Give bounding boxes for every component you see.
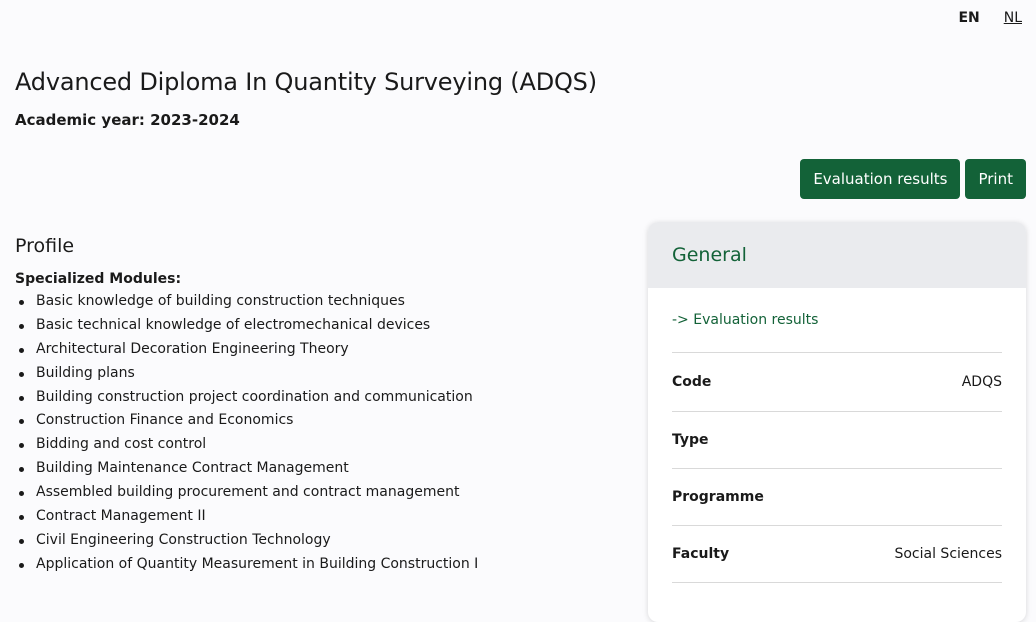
general-card-body: -> Evaluation results Code ADQS Type Pro… (648, 288, 1026, 583)
info-row-programme: Programme (672, 469, 1002, 526)
list-item: Bidding and cost control (18, 433, 478, 457)
info-row-faculty: Faculty Social Sciences (672, 526, 1002, 583)
action-buttons: Evaluation results Print (800, 159, 1026, 199)
modules-list: Basic knowledge of building construction… (0, 290, 478, 577)
list-item: Building construction project coordinati… (18, 386, 478, 410)
info-key: Programme (672, 489, 764, 505)
list-item: Building Maintenance Contract Management (18, 457, 478, 481)
info-key: Faculty (672, 546, 730, 562)
specialized-modules-label: Specialized Modules: (15, 271, 182, 287)
academic-year: Academic year: 2023-2024 (15, 111, 240, 129)
list-item: Contract Management II (18, 505, 478, 529)
list-item: Application of Quantity Measurement in B… (18, 553, 478, 577)
page-title: Advanced Diploma In Quantity Surveying (… (15, 68, 597, 96)
list-item: Building plans (18, 362, 478, 386)
list-item: Assembled building procurement and contr… (18, 481, 478, 505)
general-card: General -> Evaluation results Code ADQS … (648, 222, 1026, 622)
print-button[interactable]: Print (965, 159, 1026, 199)
info-value: Social Sciences (894, 546, 1002, 562)
profile-heading: Profile (15, 235, 75, 257)
list-item: Civil Engineering Construction Technolog… (18, 529, 478, 553)
language-nl-link[interactable]: NL (1004, 10, 1022, 26)
info-key: Type (672, 432, 709, 448)
list-item: Basic technical knowledge of electromech… (18, 314, 478, 338)
language-switcher: EN NL (958, 10, 1022, 26)
info-value: ADQS (961, 374, 1002, 390)
info-key: Code (672, 374, 712, 390)
evaluation-results-link[interactable]: -> Evaluation results (672, 288, 1002, 353)
list-item: Architectural Decoration Engineering The… (18, 338, 478, 362)
list-item: Construction Finance and Economics (18, 409, 478, 433)
info-row-type: Type (672, 412, 1002, 469)
general-heading: General (672, 244, 747, 266)
info-row-code: Code ADQS (672, 353, 1002, 412)
evaluation-results-button[interactable]: Evaluation results (800, 159, 961, 199)
language-en[interactable]: EN (958, 10, 979, 26)
list-item: Basic knowledge of building construction… (18, 290, 478, 314)
general-card-header: General (648, 222, 1026, 288)
